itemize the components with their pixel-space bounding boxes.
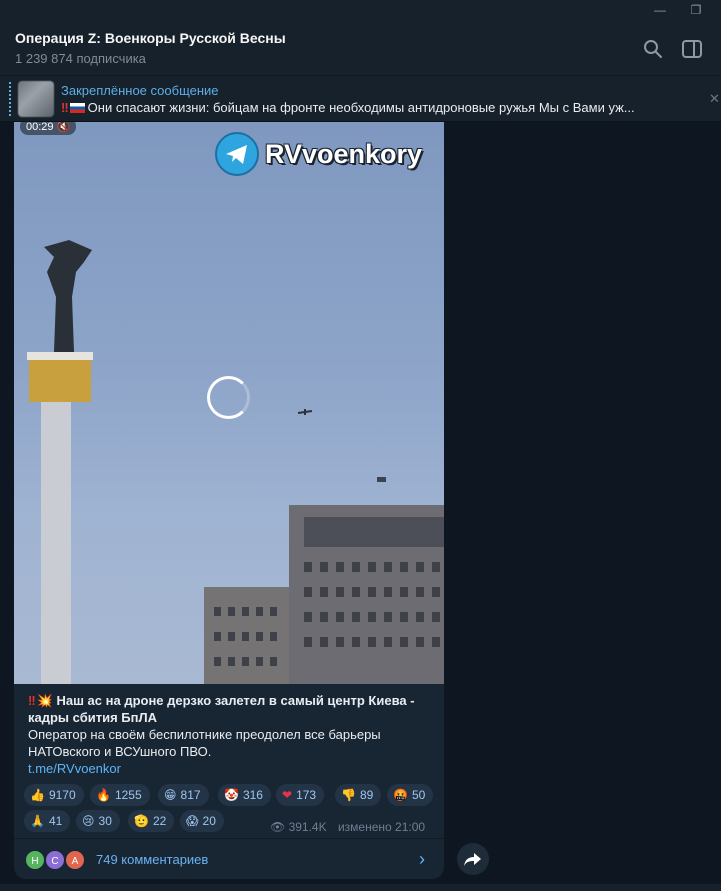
- reaction-chip[interactable]: 🔥 1255: [90, 784, 150, 806]
- reaction-count: 89: [359, 788, 374, 802]
- avatar: А: [64, 849, 86, 871]
- message-bubble: 00:29 🔇 RVvoenkory !! 💥 Наш ас на дроне д…: [14, 122, 444, 879]
- caption-title: Наш ас на дроне дерзко залетел в самый ц…: [28, 693, 415, 725]
- pinned-text: !! Они спасают жизни: бойцам на фронте не…: [61, 100, 701, 115]
- message-meta: 👁 391.4K изменено 21:00: [270, 820, 425, 834]
- salute-icon: 🫡: [134, 814, 149, 828]
- reaction-chip[interactable]: 😁 817: [158, 784, 209, 806]
- exclamation-icon: !!: [61, 100, 69, 115]
- angry-face-icon: 🤬: [393, 788, 408, 802]
- clown-icon: 🤡: [224, 788, 239, 802]
- grin-icon: 😁: [164, 788, 177, 802]
- view-count: 391.4K: [288, 820, 327, 834]
- exclamation-icon: !!: [28, 693, 36, 708]
- monument-statue: [44, 240, 92, 352]
- mute-icon[interactable]: 🔇: [57, 122, 71, 133]
- heart-icon: ❤: [282, 788, 293, 802]
- reaction-chip[interactable]: 🤡 316: [218, 784, 271, 806]
- share-button[interactable]: [457, 843, 489, 875]
- fire-icon: 🔥: [96, 788, 111, 802]
- reaction-chip[interactable]: 👍 9170: [24, 784, 84, 806]
- telegram-logo-icon: [215, 132, 259, 176]
- loading-spinner-icon: [207, 376, 250, 419]
- channel-title: Операция Z: Военкоры Русской Весны: [15, 30, 286, 46]
- video-time: 00:29: [26, 122, 54, 133]
- pinned-label: Закреплённое сообщение: [61, 83, 219, 98]
- reaction-chip[interactable]: 😱 20: [180, 810, 224, 832]
- reaction-chip[interactable]: 👎 89: [335, 784, 382, 806]
- minimize-button[interactable]: —: [652, 2, 668, 18]
- paper-plane-icon: [226, 145, 247, 164]
- reaction-chip[interactable]: ❤ 173: [276, 784, 325, 806]
- pinned-indicator: [9, 82, 11, 116]
- reaction-chip[interactable]: 🙏 41: [24, 810, 71, 832]
- unpin-icon[interactable]: ✕: [709, 91, 721, 106]
- drone-shape: [297, 409, 313, 415]
- explosion-icon: 💥: [36, 693, 53, 708]
- hotel-crown: [304, 517, 444, 547]
- reaction-count: 50: [411, 788, 426, 802]
- video-timestamp: 00:29 🔇: [20, 122, 77, 135]
- composer-edge: [0, 884, 721, 891]
- reaction-chip[interactable]: 🤬 50: [387, 784, 434, 806]
- comments-count: 749 комментариев: [96, 852, 209, 867]
- window-titlebar: — ❐: [0, 0, 721, 20]
- thumbs-up-icon: 👍: [30, 788, 45, 802]
- restore-button[interactable]: ❐: [688, 2, 704, 18]
- reaction-chip[interactable]: 😢 30: [76, 810, 120, 832]
- chat-header[interactable]: Операция Z: Военкоры Русской Весны 1 239…: [0, 20, 721, 76]
- avatar: Н: [24, 849, 46, 871]
- pray-icon: 🙏: [30, 814, 45, 828]
- chevron-right-icon: ›: [419, 849, 425, 869]
- reaction-count: 30: [98, 814, 112, 828]
- share-icon: [464, 853, 481, 866]
- commenter-avatars: Н С А: [24, 849, 88, 871]
- video-player[interactable]: 00:29 🔇 RVvoenkory: [14, 122, 444, 684]
- column-capital: [29, 357, 91, 402]
- column-top-slab: [27, 352, 93, 360]
- reaction-count: 173: [296, 788, 317, 802]
- reaction-count: 316: [242, 788, 263, 802]
- avatar: С: [44, 849, 66, 871]
- watermark-text: RVvoenkory: [265, 139, 423, 169]
- caption-body: Оператор на своём беспилотнике преодолел…: [28, 727, 381, 759]
- reaction-count: 41: [48, 814, 63, 828]
- reaction-chip[interactable]: 🫡 22: [128, 810, 175, 832]
- reaction-count: 817: [180, 788, 201, 802]
- caption-title-line: !! 💥 Наш ас на дроне дерзко залетел в сам…: [28, 692, 428, 726]
- sidebar-toggle-icon[interactable]: [681, 38, 703, 60]
- thumbs-down-icon: 👎: [341, 788, 356, 802]
- subscriber-count: 1 239 874 подписчика: [15, 51, 146, 66]
- reaction-count: 20: [202, 814, 216, 828]
- roof-flag: [377, 477, 386, 482]
- message-caption: !! 💥 Наш ас на дроне дерзко залетел в сам…: [28, 692, 428, 777]
- edited-time: изменено 21:00: [337, 820, 426, 834]
- pinned-thumbnail: [18, 81, 54, 117]
- search-icon[interactable]: [642, 38, 664, 60]
- pinned-text-content: Они спасают жизни: бойцам на фронте необ…: [87, 100, 635, 115]
- channel-link[interactable]: t.me/RVvoenkor: [28, 760, 428, 777]
- comments-button[interactable]: Н С А 749 комментариев ›: [14, 838, 444, 879]
- pinned-message-bar[interactable]: Закреплённое сообщение !! Они спасают жиз…: [0, 76, 721, 122]
- reaction-count: 1255: [114, 788, 142, 802]
- reaction-count: 9170: [48, 788, 76, 802]
- reaction-count: 22: [152, 814, 167, 828]
- monument-column: [41, 402, 71, 684]
- crying-icon: 😢: [82, 814, 95, 828]
- russia-flag-icon: [69, 103, 85, 113]
- scream-icon: 😱: [186, 814, 199, 828]
- eye-icon: 👁: [270, 820, 286, 834]
